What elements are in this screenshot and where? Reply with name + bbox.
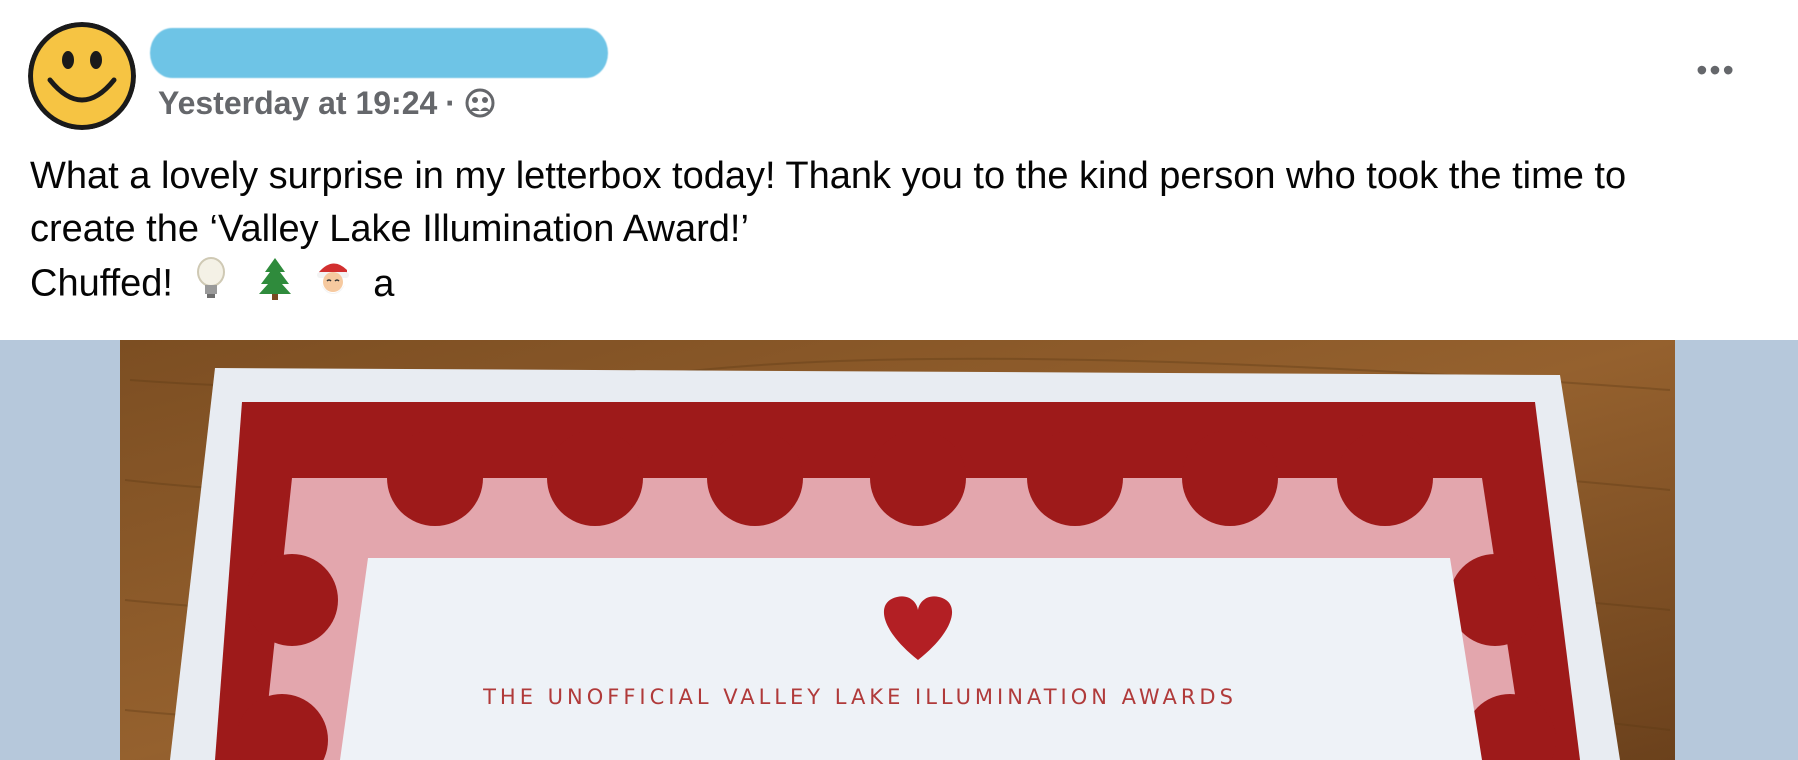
avatar[interactable] <box>28 22 136 130</box>
smiley-face-icon <box>28 22 136 130</box>
post-body: What a lovely surprise in my letterbox t… <box>30 150 1770 315</box>
post-text-line-3: Chuffed! a <box>30 256 1770 315</box>
post-photo[interactable]: THE UNOFFICIAL VALLEY LAKE ILLUMINATION … <box>0 340 1798 760</box>
post-header: Yesterday at 19:24 · ••• <box>0 0 1798 140</box>
more-options-button[interactable]: ••• <box>1686 48 1746 92</box>
certificate-title: THE UNOFFICIAL VALLEY LAKE ILLUMINATION … <box>483 685 1237 709</box>
certificate-inner-panel <box>340 558 1482 760</box>
meta-separator: · <box>445 84 456 121</box>
light-bulb-icon <box>194 256 228 315</box>
post-text-line-2: create the ‘Valley Lake Illumination Awa… <box>30 208 749 250</box>
santa-icon <box>313 256 353 315</box>
author-name-redacted[interactable] <box>150 28 608 78</box>
post-text-chuffed: Chuffed! <box>30 262 173 305</box>
friends-audience-icon[interactable] <box>464 87 496 119</box>
post-timestamp[interactable]: Yesterday at 19:24 <box>158 85 437 122</box>
post-meta: Yesterday at 19:24 · <box>158 82 496 124</box>
post-text-trailing: a <box>373 262 395 305</box>
christmas-tree-icon <box>258 256 292 315</box>
post-text-line-1: What a lovely surprise in my letterbox t… <box>30 155 1627 197</box>
